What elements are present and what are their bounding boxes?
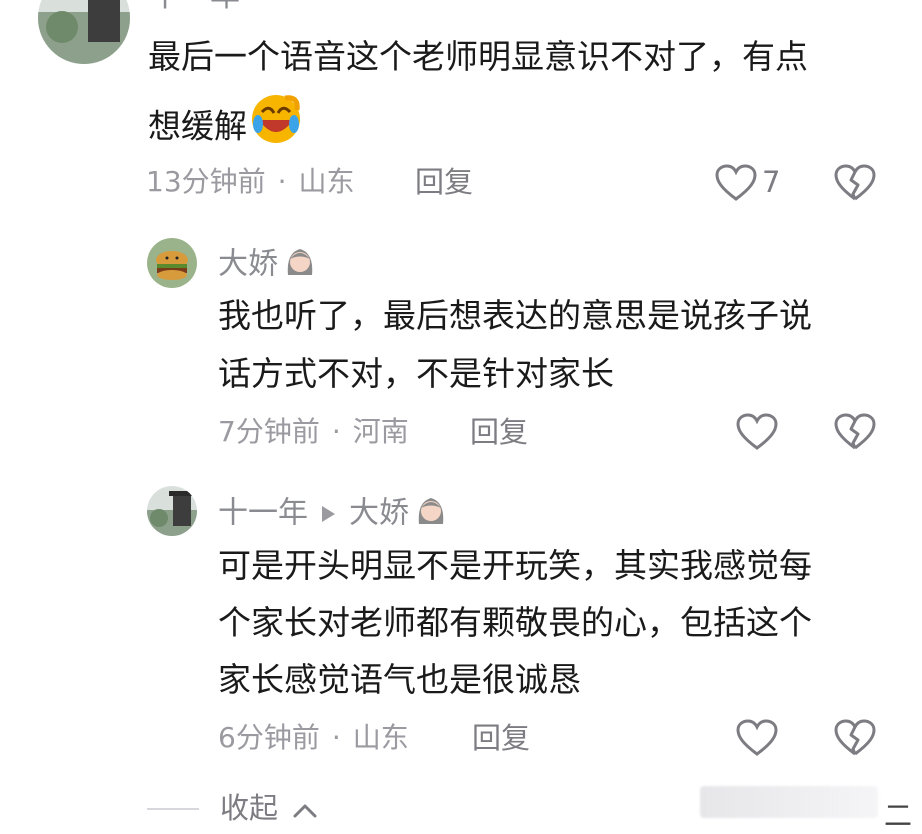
- reply-time: 7分钟前: [218, 415, 320, 448]
- meta-separator: ·: [277, 165, 287, 198]
- heart-icon[interactable]: [715, 164, 757, 206]
- collapse-label[interactable]: 收起: [220, 791, 278, 825]
- chevron-up-icon: [291, 796, 319, 825]
- broken-heart-icon[interactable]: [834, 719, 876, 761]
- girl-emoji-icon: [284, 245, 316, 285]
- avatar[interactable]: [147, 238, 197, 288]
- collapse-button[interactable]: 收起: [220, 794, 319, 825]
- reply-meta: 7分钟前 · 河南: [218, 418, 409, 446]
- reply-location: 山东: [352, 721, 409, 754]
- reply-username-text[interactable]: 大娇: [218, 247, 278, 282]
- laughing-emoji-icon: [249, 92, 303, 164]
- comment-meta: 13分钟前 · 山东: [146, 168, 355, 196]
- edge-text: 二: [884, 799, 913, 832]
- reply-text-line1: 我也听了，最后想表达的意思是说孩子说: [218, 296, 812, 335]
- watermark: [700, 786, 878, 818]
- triangle-arrow-icon: [322, 506, 335, 522]
- comment-time: 13分钟前: [146, 165, 266, 198]
- reply-username[interactable]: 十一年 大娇: [218, 494, 447, 534]
- comment-text-line2-content: 想缓解: [148, 106, 247, 146]
- avatar[interactable]: [38, 0, 130, 64]
- reply-text-line1: 可是开头明显不是开玩笑，其实我感觉每: [218, 546, 812, 585]
- reply-button[interactable]: 回复: [470, 418, 528, 447]
- broken-heart-icon[interactable]: [834, 413, 876, 455]
- reply-button[interactable]: 回复: [415, 168, 473, 197]
- meta-separator: ·: [331, 415, 341, 448]
- heart-icon[interactable]: [736, 719, 778, 761]
- reply-to-username[interactable]: 大娇: [349, 496, 409, 531]
- reply-text-line2: 个家长对老师都有颗敬畏的心，包括这个: [218, 603, 812, 642]
- reply-username-text[interactable]: 十一年: [218, 496, 308, 531]
- reply-location: 河南: [352, 415, 409, 448]
- reply-button[interactable]: 回复: [472, 724, 530, 753]
- reply-text-line2: 话方式不对，不是针对家长: [218, 354, 614, 393]
- heart-icon[interactable]: [736, 413, 778, 455]
- comment-text-line2: 想缓解: [148, 92, 303, 164]
- comment-username[interactable]: 十一年: [150, 0, 240, 12]
- broken-heart-icon[interactable]: [834, 164, 876, 206]
- reply-time: 6分钟前: [218, 721, 320, 754]
- comment-text-line1: 最后一个语音这个老师明显意识不对了，有点: [148, 37, 808, 76]
- like-count: 7: [762, 165, 781, 199]
- meta-separator: ·: [331, 721, 341, 754]
- comment-location: 山东: [298, 165, 355, 198]
- reply-meta: 6分钟前 · 山东: [218, 724, 409, 752]
- reply-text-line3: 家长感觉语气也是很诚恳: [218, 660, 581, 699]
- divider: [147, 808, 199, 810]
- avatar[interactable]: [147, 486, 197, 536]
- girl-emoji-icon: [415, 494, 447, 534]
- reply-username[interactable]: 大娇: [218, 245, 316, 285]
